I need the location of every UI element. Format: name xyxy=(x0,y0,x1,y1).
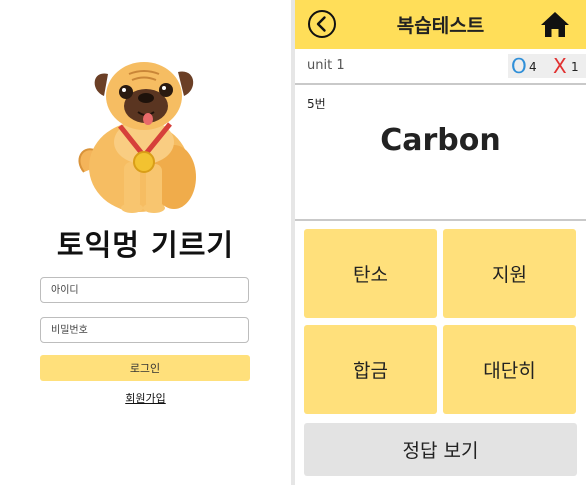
wrong-mark-icon: X xyxy=(553,54,567,78)
question-number: 5번 xyxy=(307,97,326,111)
unit-bar: unit 1 O 4 X 1 xyxy=(295,49,586,85)
home-icon[interactable] xyxy=(540,10,570,38)
review-test-screen: 복습테스트 unit 1 O 4 X 1 5번 Carbon 탄소 지원 합금 … xyxy=(295,0,586,485)
quiz-header: 복습테스트 xyxy=(295,0,586,49)
score-box: O 4 X 1 xyxy=(508,54,586,78)
password-input[interactable] xyxy=(40,317,249,343)
correct-mark-icon: O xyxy=(511,54,527,78)
choice-button-3[interactable]: 합금 xyxy=(304,325,437,414)
question-area: 5번 Carbon xyxy=(295,85,586,221)
divider xyxy=(295,219,586,221)
question-word: Carbon xyxy=(380,123,501,158)
unit-label: unit 1 xyxy=(307,58,345,73)
correct-count: 4 xyxy=(529,60,537,74)
login-button[interactable]: 로그인 xyxy=(40,355,250,381)
wrong-count: 1 xyxy=(571,60,579,74)
choice-button-4[interactable]: 대단히 xyxy=(443,325,576,414)
choice-button-2[interactable]: 지원 xyxy=(443,229,576,318)
choice-button-1[interactable]: 탄소 xyxy=(304,229,437,318)
login-screen: 토익멍 기르기 로그인 회원가입 xyxy=(0,0,291,485)
app-title: 토익멍 기르기 xyxy=(56,228,235,262)
signup-link[interactable]: 회원가입 xyxy=(0,390,291,406)
id-input[interactable] xyxy=(40,277,249,303)
show-answer-button[interactable]: 정답 보기 xyxy=(304,423,577,476)
pug-mascot-icon xyxy=(78,62,196,213)
